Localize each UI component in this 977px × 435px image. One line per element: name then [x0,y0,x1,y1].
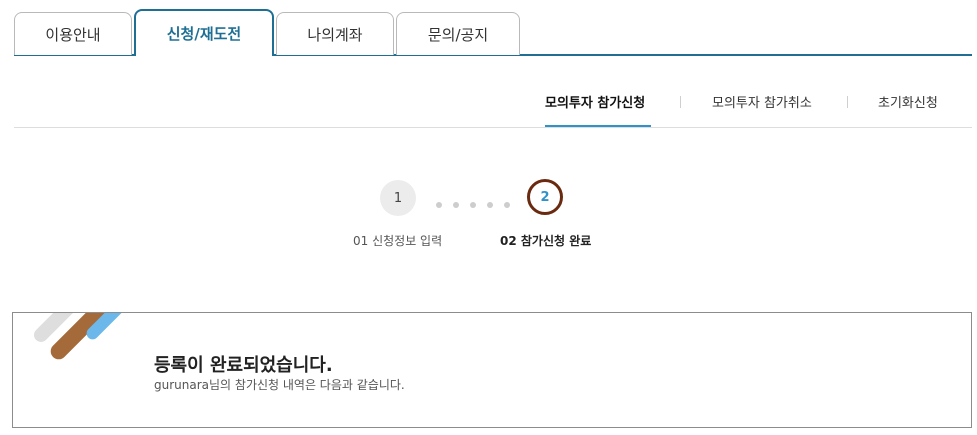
sub-nav-divider [680,96,681,108]
sub-nav-apply[interactable]: 모의투자 참가신청 [545,92,645,111]
sub-nav-active-indicator [545,125,651,127]
step-1-label: 01 신청정보 입력 [353,234,443,248]
connector-dot [436,202,442,208]
connector-dot [504,202,510,208]
connector-dot [487,202,493,208]
step-connector-dots [436,202,510,208]
connector-dot [453,202,459,208]
tab-apply-retry[interactable]: 신청/재도전 [134,9,274,56]
sub-nav: 모의투자 참가신청 모의투자 참가취소 초기화신청 [14,80,972,128]
tab-inquiry-notice[interactable]: 문의/공지 [396,12,520,55]
completion-description: gurunara님의 참가신청 내역은 다음과 같습니다. [154,378,405,392]
sub-nav-divider [847,96,848,108]
tab-my-account[interactable]: 나의계좌 [276,12,394,55]
connector-dot [470,202,476,208]
tab-usage-guide[interactable]: 이용안내 [14,12,132,55]
step-1-circle: 1 [380,180,416,216]
step-2-label: 02 참가신청 완료 [500,234,592,248]
main-tab-bar: 이용안내 신청/재도전 나의계좌 문의/공지 [14,9,972,56]
completion-message-box: 등록이 완료되었습니다. gurunara님의 참가신청 내역은 다음과 같습니… [12,312,972,428]
sub-nav-cancel[interactable]: 모의투자 참가취소 [712,92,812,111]
step-2-circle: 2 [527,179,563,215]
completion-title: 등록이 완료되었습니다. [154,355,333,376]
sub-nav-reset[interactable]: 초기화신청 [878,92,938,111]
